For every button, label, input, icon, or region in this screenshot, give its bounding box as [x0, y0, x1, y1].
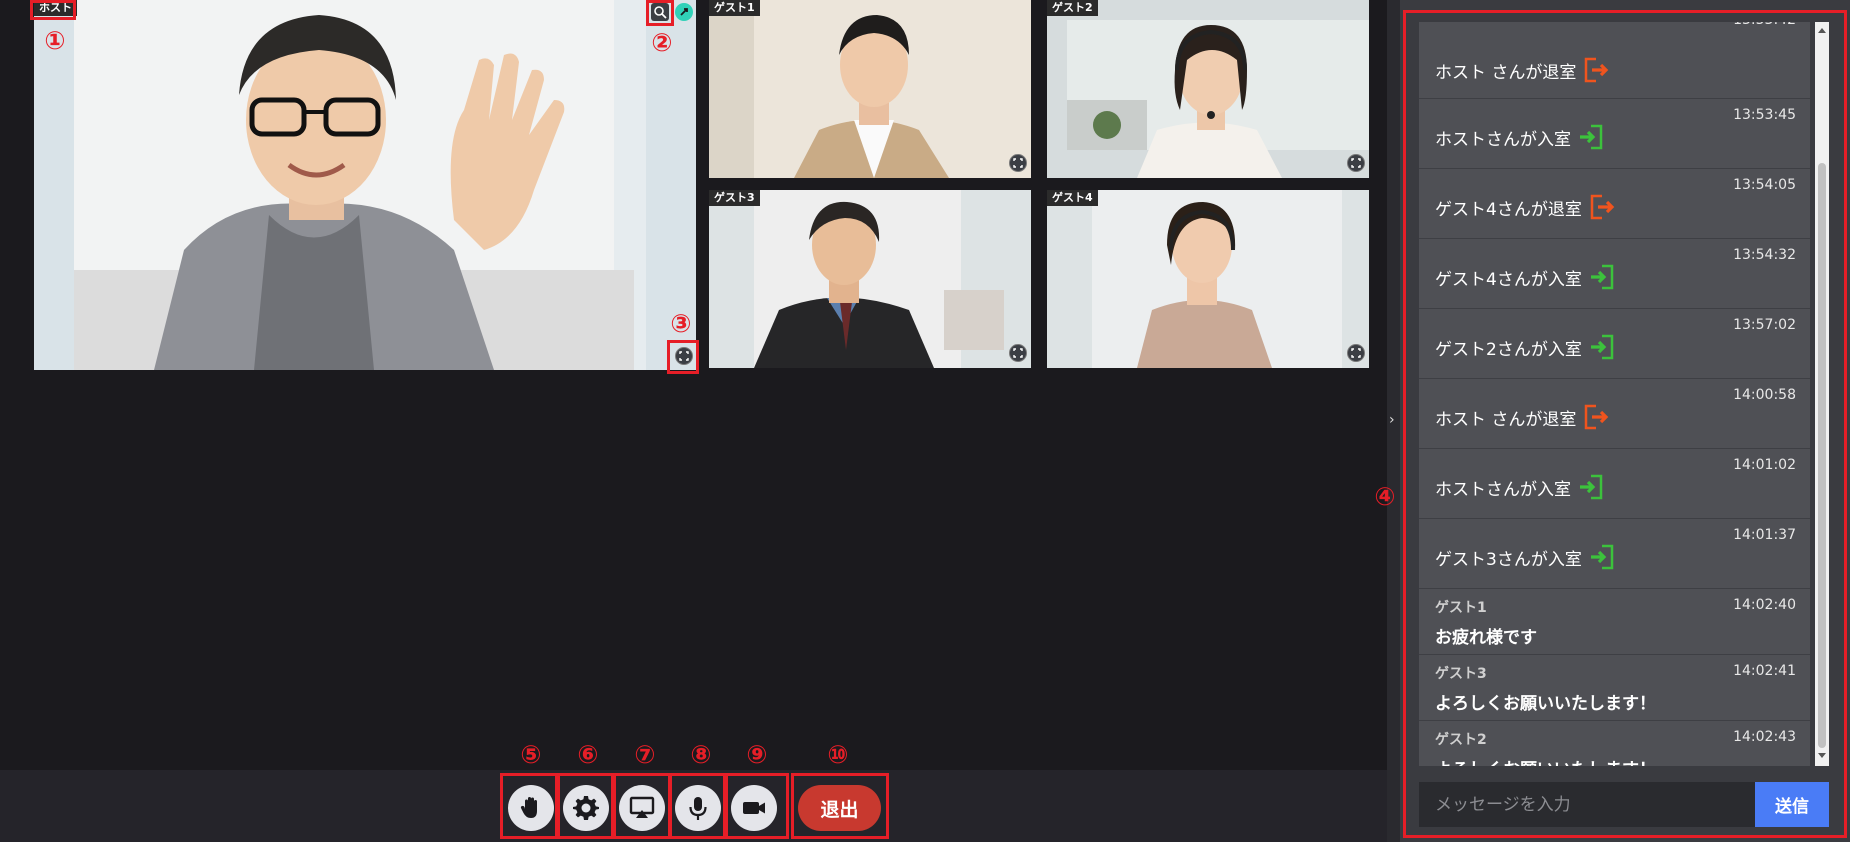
host-video-feed: [34, 0, 696, 370]
guest1-video-feed: [709, 0, 1031, 178]
highlight-fullscreen: [667, 340, 699, 374]
guest4-video-tile[interactable]: ゲスト4: [1047, 190, 1369, 368]
marker-2: ②: [651, 28, 673, 57]
marker-10: ⑩: [827, 740, 849, 769]
guest2-video-feed: [1047, 0, 1369, 178]
highlight-name-tag: [30, 0, 76, 20]
guest2-video-tile[interactable]: ゲスト2: [1047, 0, 1369, 178]
highlight-raise-hand: [500, 773, 558, 839]
marker-7: ⑦: [634, 740, 656, 769]
guest3-video-feed: [709, 190, 1031, 368]
guest1-video-tile[interactable]: ゲスト1: [709, 0, 1031, 178]
guest4-fullscreen-button[interactable]: [1347, 344, 1365, 362]
guest4-name-tag: ゲスト4: [1047, 190, 1098, 206]
video-area: ホスト ゲスト1 ゲスト2 ゲスト3 ゲスト4: [0, 0, 1387, 842]
guest2-fullscreen-button[interactable]: [1347, 154, 1365, 172]
marker-5: ⑤: [520, 740, 542, 769]
guest1-fullscreen-button[interactable]: [1009, 154, 1027, 172]
marker-8: ⑧: [690, 740, 712, 769]
guest1-name-tag: ゲスト1: [709, 0, 760, 16]
pin-icon[interactable]: [675, 3, 693, 21]
marker-4: ④: [1374, 482, 1396, 511]
highlight-zoom: [646, 0, 674, 26]
highlight-chat-panel: [1403, 10, 1847, 838]
highlight-camera: [725, 773, 789, 839]
highlight-settings: [557, 773, 614, 839]
guest4-video-feed: [1047, 190, 1369, 368]
highlight-mic: [669, 773, 726, 839]
highlight-share: [613, 773, 671, 839]
marker-6: ⑥: [577, 740, 599, 769]
marker-9: ⑨: [746, 740, 768, 769]
marker-1: ①: [44, 26, 66, 55]
marker-3: ③: [670, 309, 692, 338]
guest3-fullscreen-button[interactable]: [1009, 344, 1027, 362]
host-video-tile[interactable]: ホスト: [34, 0, 696, 370]
guest2-name-tag: ゲスト2: [1047, 0, 1098, 16]
highlight-exit: [791, 773, 889, 839]
guest3-video-tile[interactable]: ゲスト3: [709, 190, 1031, 368]
chevron-right-icon[interactable]: ›: [1389, 412, 1395, 428]
guest3-name-tag: ゲスト3: [709, 190, 760, 206]
